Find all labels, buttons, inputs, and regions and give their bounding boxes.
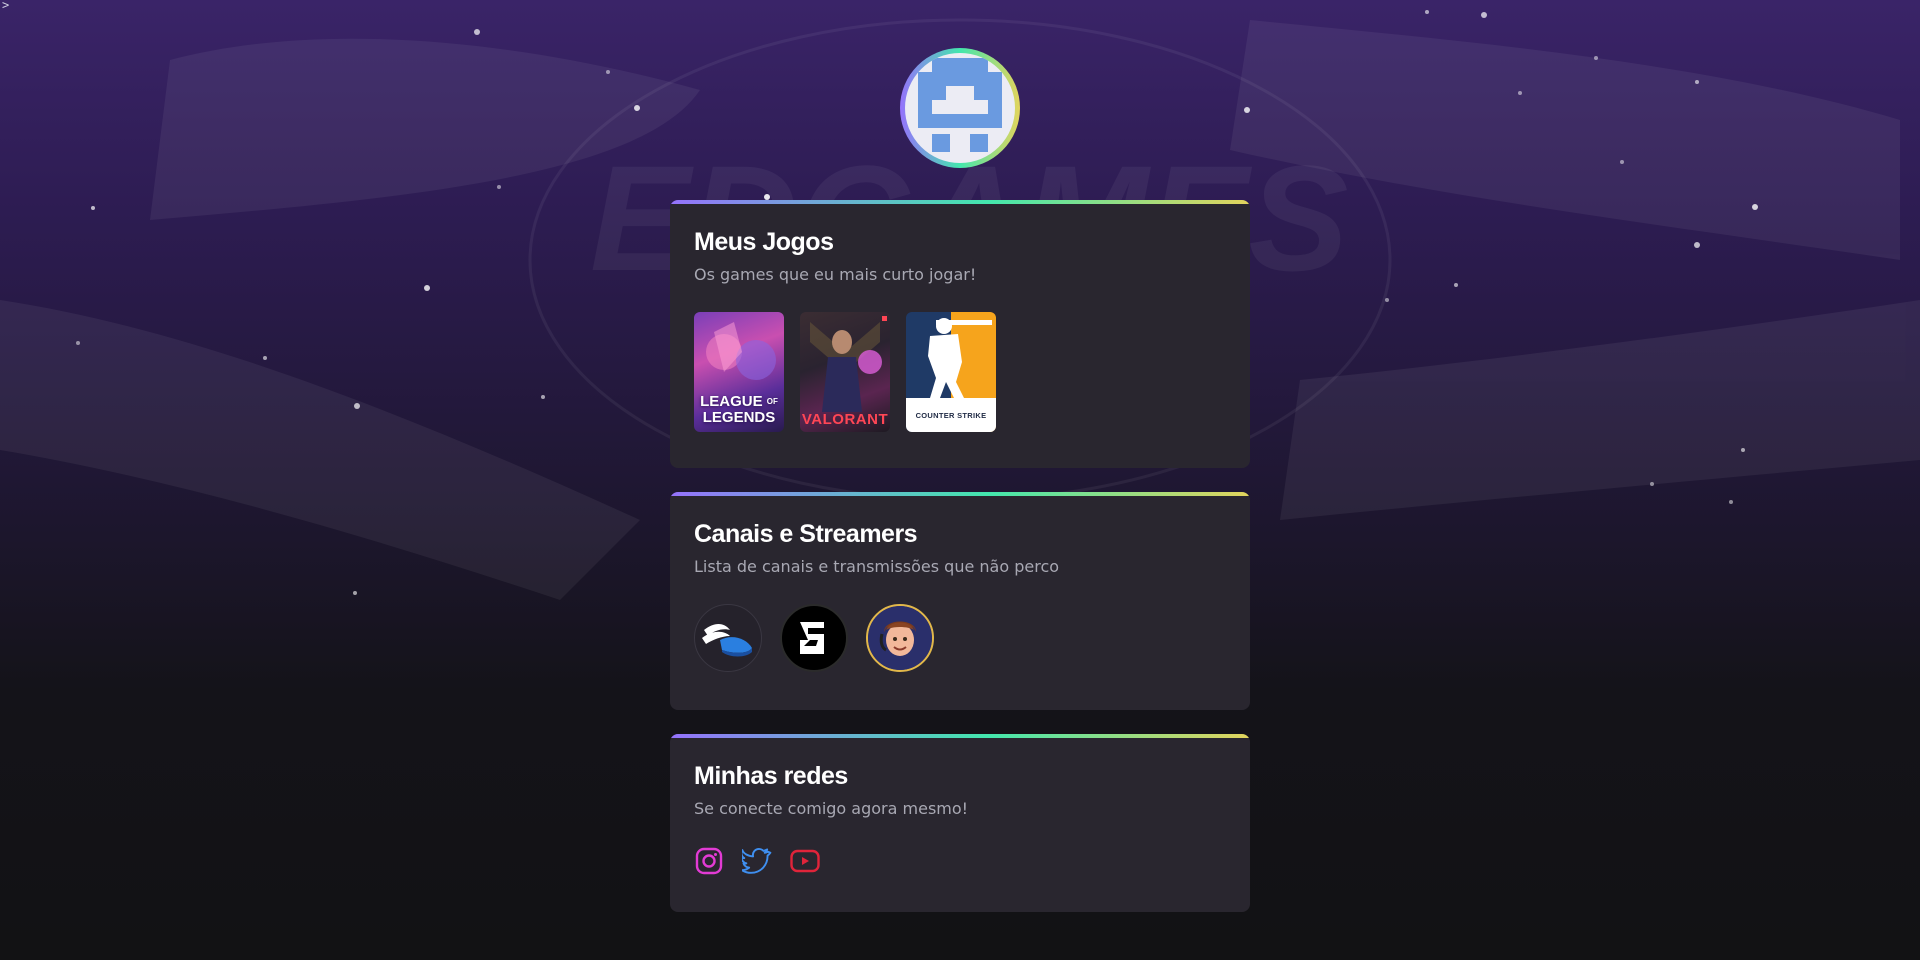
games-title: Meus Jogos <box>694 228 834 256</box>
socials-subtitle: Se conecte comigo agora mesmo! <box>694 799 969 818</box>
pixel-ghost-icon <box>918 58 1002 152</box>
lol-label-of: OF <box>766 397 778 406</box>
youtube-icon <box>790 849 820 873</box>
channels-card: Canais e Streamers Lista de canais e tra… <box>670 492 1250 710</box>
profile-avatar <box>900 48 1020 168</box>
valorant-label: VALORANT <box>801 411 889 428</box>
cs-label: COUNTER STRIKE <box>915 410 987 420</box>
youtube-link[interactable] <box>790 846 820 876</box>
socials-card: Minhas redes Se conecte comigo agora mes… <box>670 734 1250 912</box>
games-card: Meus Jogos Os games que eu mais curto jo… <box>670 200 1250 468</box>
twitter-link[interactable] <box>742 846 772 876</box>
channels-subtitle: Lista de canais e transmissões que não p… <box>694 557 1060 576</box>
game-league-of-legends[interactable]: LEAGUE OF LEGENDS <box>694 312 784 432</box>
six-logo-icon <box>800 622 824 654</box>
channel-1[interactable] <box>694 604 762 672</box>
channel-2[interactable] <box>780 604 848 672</box>
channel-3[interactable] <box>866 604 934 672</box>
streamer-avatar-icon <box>868 606 932 670</box>
game-valorant[interactable]: VALORANT <box>800 312 890 432</box>
lol-label-line2: LEGENDS <box>702 409 776 426</box>
winged-shoe-icon <box>702 624 752 657</box>
channels-title: Canais e Streamers <box>694 520 918 548</box>
games-subtitle: Os games que eu mais curto jogar! <box>694 265 977 284</box>
twitter-icon <box>742 847 772 874</box>
instagram-link[interactable] <box>694 846 724 876</box>
socials-list <box>694 846 1226 876</box>
lol-label-line1: LEAGUE OF <box>700 392 778 410</box>
games-list: LEAGUE OF LEGENDS VALORANT COUNTER STRIK… <box>694 312 1226 432</box>
corner-glyph: > <box>2 0 10 12</box>
game-counter-strike[interactable]: COUNTER STRIKE <box>906 312 996 432</box>
socials-title: Minhas redes <box>694 762 848 790</box>
instagram-icon <box>695 847 723 875</box>
channels-list <box>694 604 1226 672</box>
